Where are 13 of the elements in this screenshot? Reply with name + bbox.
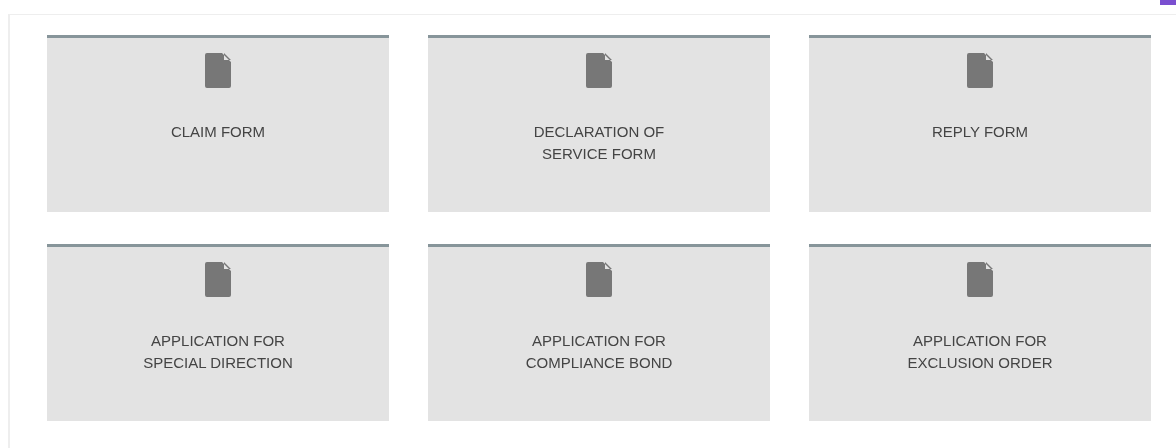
corner-mark-icon <box>1160 0 1176 5</box>
document-icon <box>586 262 612 297</box>
document-icon <box>967 53 993 88</box>
form-tile[interactable]: CLAIM FORM <box>47 35 389 212</box>
form-tile[interactable]: REPLY FORM <box>809 35 1151 212</box>
document-icon <box>967 262 993 297</box>
form-tile[interactable]: APPLICATION FOR EXCLUSION ORDER <box>809 244 1151 421</box>
form-tile[interactable]: APPLICATION FOR COMPLIANCE BOND <box>428 244 770 421</box>
form-tile[interactable]: DECLARATION OF SERVICE FORM <box>428 35 770 212</box>
document-icon <box>205 262 231 297</box>
document-icon <box>205 53 231 88</box>
document-icon <box>586 53 612 88</box>
form-tile[interactable]: APPLICATION FOR SPECIAL DIRECTION <box>47 244 389 421</box>
